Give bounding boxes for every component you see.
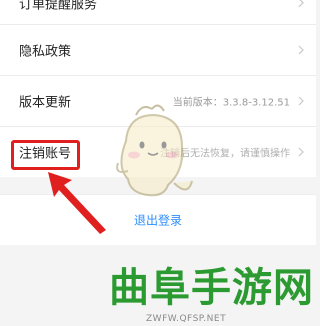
row-label: 隐私政策 bbox=[19, 44, 72, 60]
watermark-title: 曲阜手游网 bbox=[109, 264, 314, 311]
chevron-right-icon bbox=[298, 147, 304, 157]
chevron-right-icon bbox=[298, 96, 304, 106]
row-label: 订单提醒服务 bbox=[19, 0, 98, 13]
watermark-url: ZWFW.QFSP.NET bbox=[146, 314, 227, 324]
mascot-watermark-icon bbox=[116, 104, 193, 197]
settings-row-privacy-policy[interactable]: 隐私政策 bbox=[0, 25, 316, 76]
highlight-box bbox=[11, 140, 80, 170]
settings-row-order-reminder[interactable]: 订单提醒服务 bbox=[0, 0, 316, 25]
chevron-right-icon bbox=[298, 0, 304, 8]
annotation-arrow-icon bbox=[48, 172, 106, 234]
chevron-right-icon bbox=[298, 45, 304, 55]
row-label: 版本更新 bbox=[19, 95, 72, 111]
